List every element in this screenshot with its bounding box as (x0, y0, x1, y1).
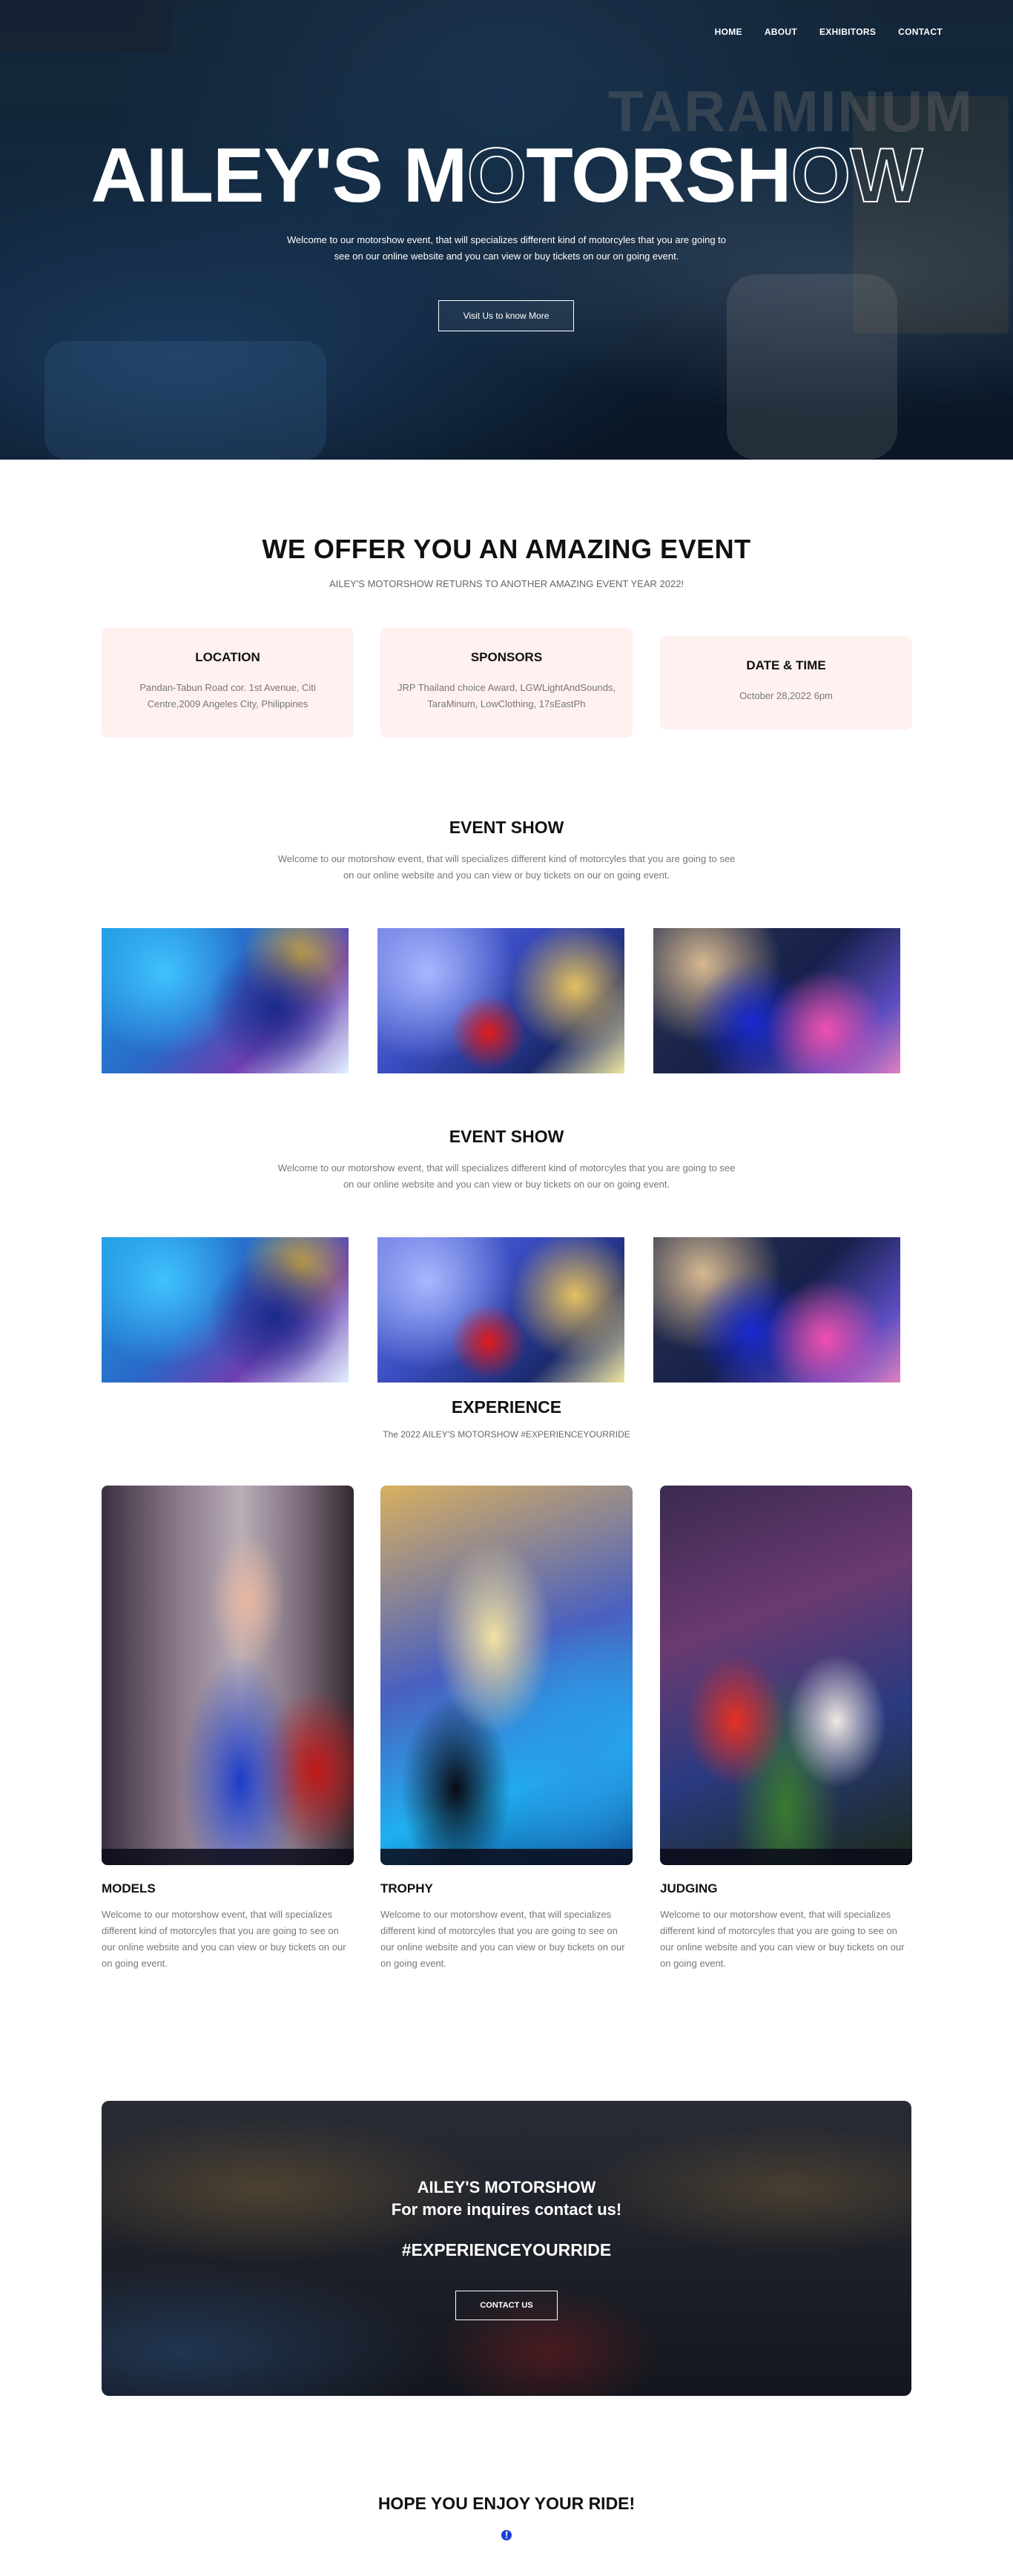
visit-us-button[interactable]: Visit Us to know More (438, 300, 574, 331)
cta-subheading: For more inquires contact us! (391, 2200, 622, 2219)
experience-item-text: Welcome to our motorshow event, that wil… (660, 1909, 905, 1969)
experience-title: EXPERIENCE (451, 1397, 562, 1417)
event-show-title: EVENT SHOW (449, 1127, 564, 1146)
cta-text: AILEY'S MOTORSHOW For more inquires cont… (102, 2176, 911, 2260)
card-title: LOCATION (195, 650, 260, 664)
event-show-title: EVENT SHOW (449, 818, 564, 837)
date-time-card: DATE & TIME October 28,2022 6pm (660, 636, 912, 729)
nav-home[interactable]: HOME (715, 27, 742, 37)
experience-item-title: JUDGING (660, 1881, 718, 1895)
event-show-section: EVENT SHOW Welcome to our motorshow even… (0, 1127, 1013, 1383)
gallery-image (102, 1237, 349, 1383)
judging-image (660, 1486, 912, 1865)
sponsors-card: SPONSORS JRP Thailand choice Award, LGWL… (380, 628, 633, 738)
card-text: JRP Thailand choice Award, LGWLightAndSo… (397, 682, 616, 709)
experience-item-title: MODELS (102, 1881, 156, 1895)
main-nav: HOME ABOUT EXHIBITORS CONTACT (715, 27, 943, 37)
event-show-description: Welcome to our motorshow event, that wil… (277, 1162, 736, 1190)
experience-subtitle: The 2022 AILEY'S MOTORSHOW #EXPERIENCEYO… (383, 1429, 630, 1440)
info-cards: LOCATION Pandan-Tabun Road cor. 1st Aven… (0, 628, 1013, 739)
location-card: LOCATION Pandan-Tabun Road cor. 1st Aven… (102, 628, 354, 738)
contact-us-button[interactable]: CONTACT US (455, 2291, 558, 2320)
facebook-icon[interactable]: f (501, 2530, 512, 2540)
gallery-image (377, 928, 624, 1073)
hero-title-part: TORSH (526, 133, 791, 219)
experience-item-title: TROPHY (380, 1881, 433, 1895)
experience-item-text: Welcome to our motorshow event, that wil… (380, 1909, 625, 1969)
experience-grid: MODELS Welcome to our motorshow event, t… (0, 1486, 1013, 1975)
experience-item-judging: JUDGING Welcome to our motorshow event, … (660, 1486, 912, 1972)
event-show-section: EVENT SHOW Welcome to our motorshow even… (0, 818, 1013, 1073)
footer-title: HOPE YOU ENJOY YOUR RIDE! (377, 2494, 636, 2513)
offer-title: WE OFFER YOU AN AMAZING EVENT (262, 534, 751, 564)
event-gallery (0, 928, 1013, 1073)
card-title: DATE & TIME (746, 658, 826, 672)
hero-title-part: AILEY'S M (90, 133, 468, 219)
gallery-image (377, 1237, 624, 1383)
event-gallery (0, 1237, 1013, 1383)
gallery-image (653, 928, 900, 1073)
footer-spacer (0, 2540, 1013, 2576)
experience-item-trophy: TROPHY Welcome to our motorshow event, t… (380, 1486, 633, 1972)
hero-title-outline-part: O (466, 132, 527, 219)
contact-cta-section: AILEY'S MOTORSHOW For more inquires cont… (102, 2101, 911, 2396)
sponsor-banner (380, 1849, 633, 1865)
experience-item-text: Welcome to our motorshow event, that wil… (102, 1909, 346, 1969)
nav-exhibitors[interactable]: EXHIBITORS (819, 27, 876, 37)
card-text: Pandan-Tabun Road cor. 1st Avenue, Citi … (139, 682, 316, 709)
hero-description: Welcome to our motorshow event, that wil… (286, 234, 727, 262)
offer-subtitle: AILEY'S MOTORSHOW RETURNS TO ANOTHER AMA… (329, 578, 684, 589)
models-image (102, 1486, 354, 1865)
card-text: October 28,2022 6pm (739, 690, 833, 701)
hero-section: TARAMINUM HOME ABOUT EXHIBITORS CONTACT … (0, 0, 1013, 460)
sponsor-banner (102, 1849, 354, 1865)
experience-item-models: MODELS Welcome to our motorshow event, t… (102, 1486, 354, 1972)
hero-title: AILEY'S MOTORSHOW (0, 132, 1013, 220)
gallery-image (653, 1237, 900, 1383)
nav-about[interactable]: ABOUT (765, 27, 797, 37)
event-show-description: Welcome to our motorshow event, that wil… (277, 853, 736, 881)
card-title: SPONSORS (470, 650, 543, 664)
cta-heading: AILEY'S MOTORSHOW (417, 2178, 596, 2196)
cta-hashtag: #EXPERIENCEYOURRIDE (401, 2240, 612, 2259)
sponsor-banner (660, 1849, 912, 1865)
nav-contact[interactable]: CONTACT (898, 27, 943, 37)
trophy-image (380, 1486, 633, 1865)
hero-title-outline-part: OW (790, 132, 923, 219)
gallery-image (102, 928, 349, 1073)
hero-overlay (0, 0, 1013, 460)
